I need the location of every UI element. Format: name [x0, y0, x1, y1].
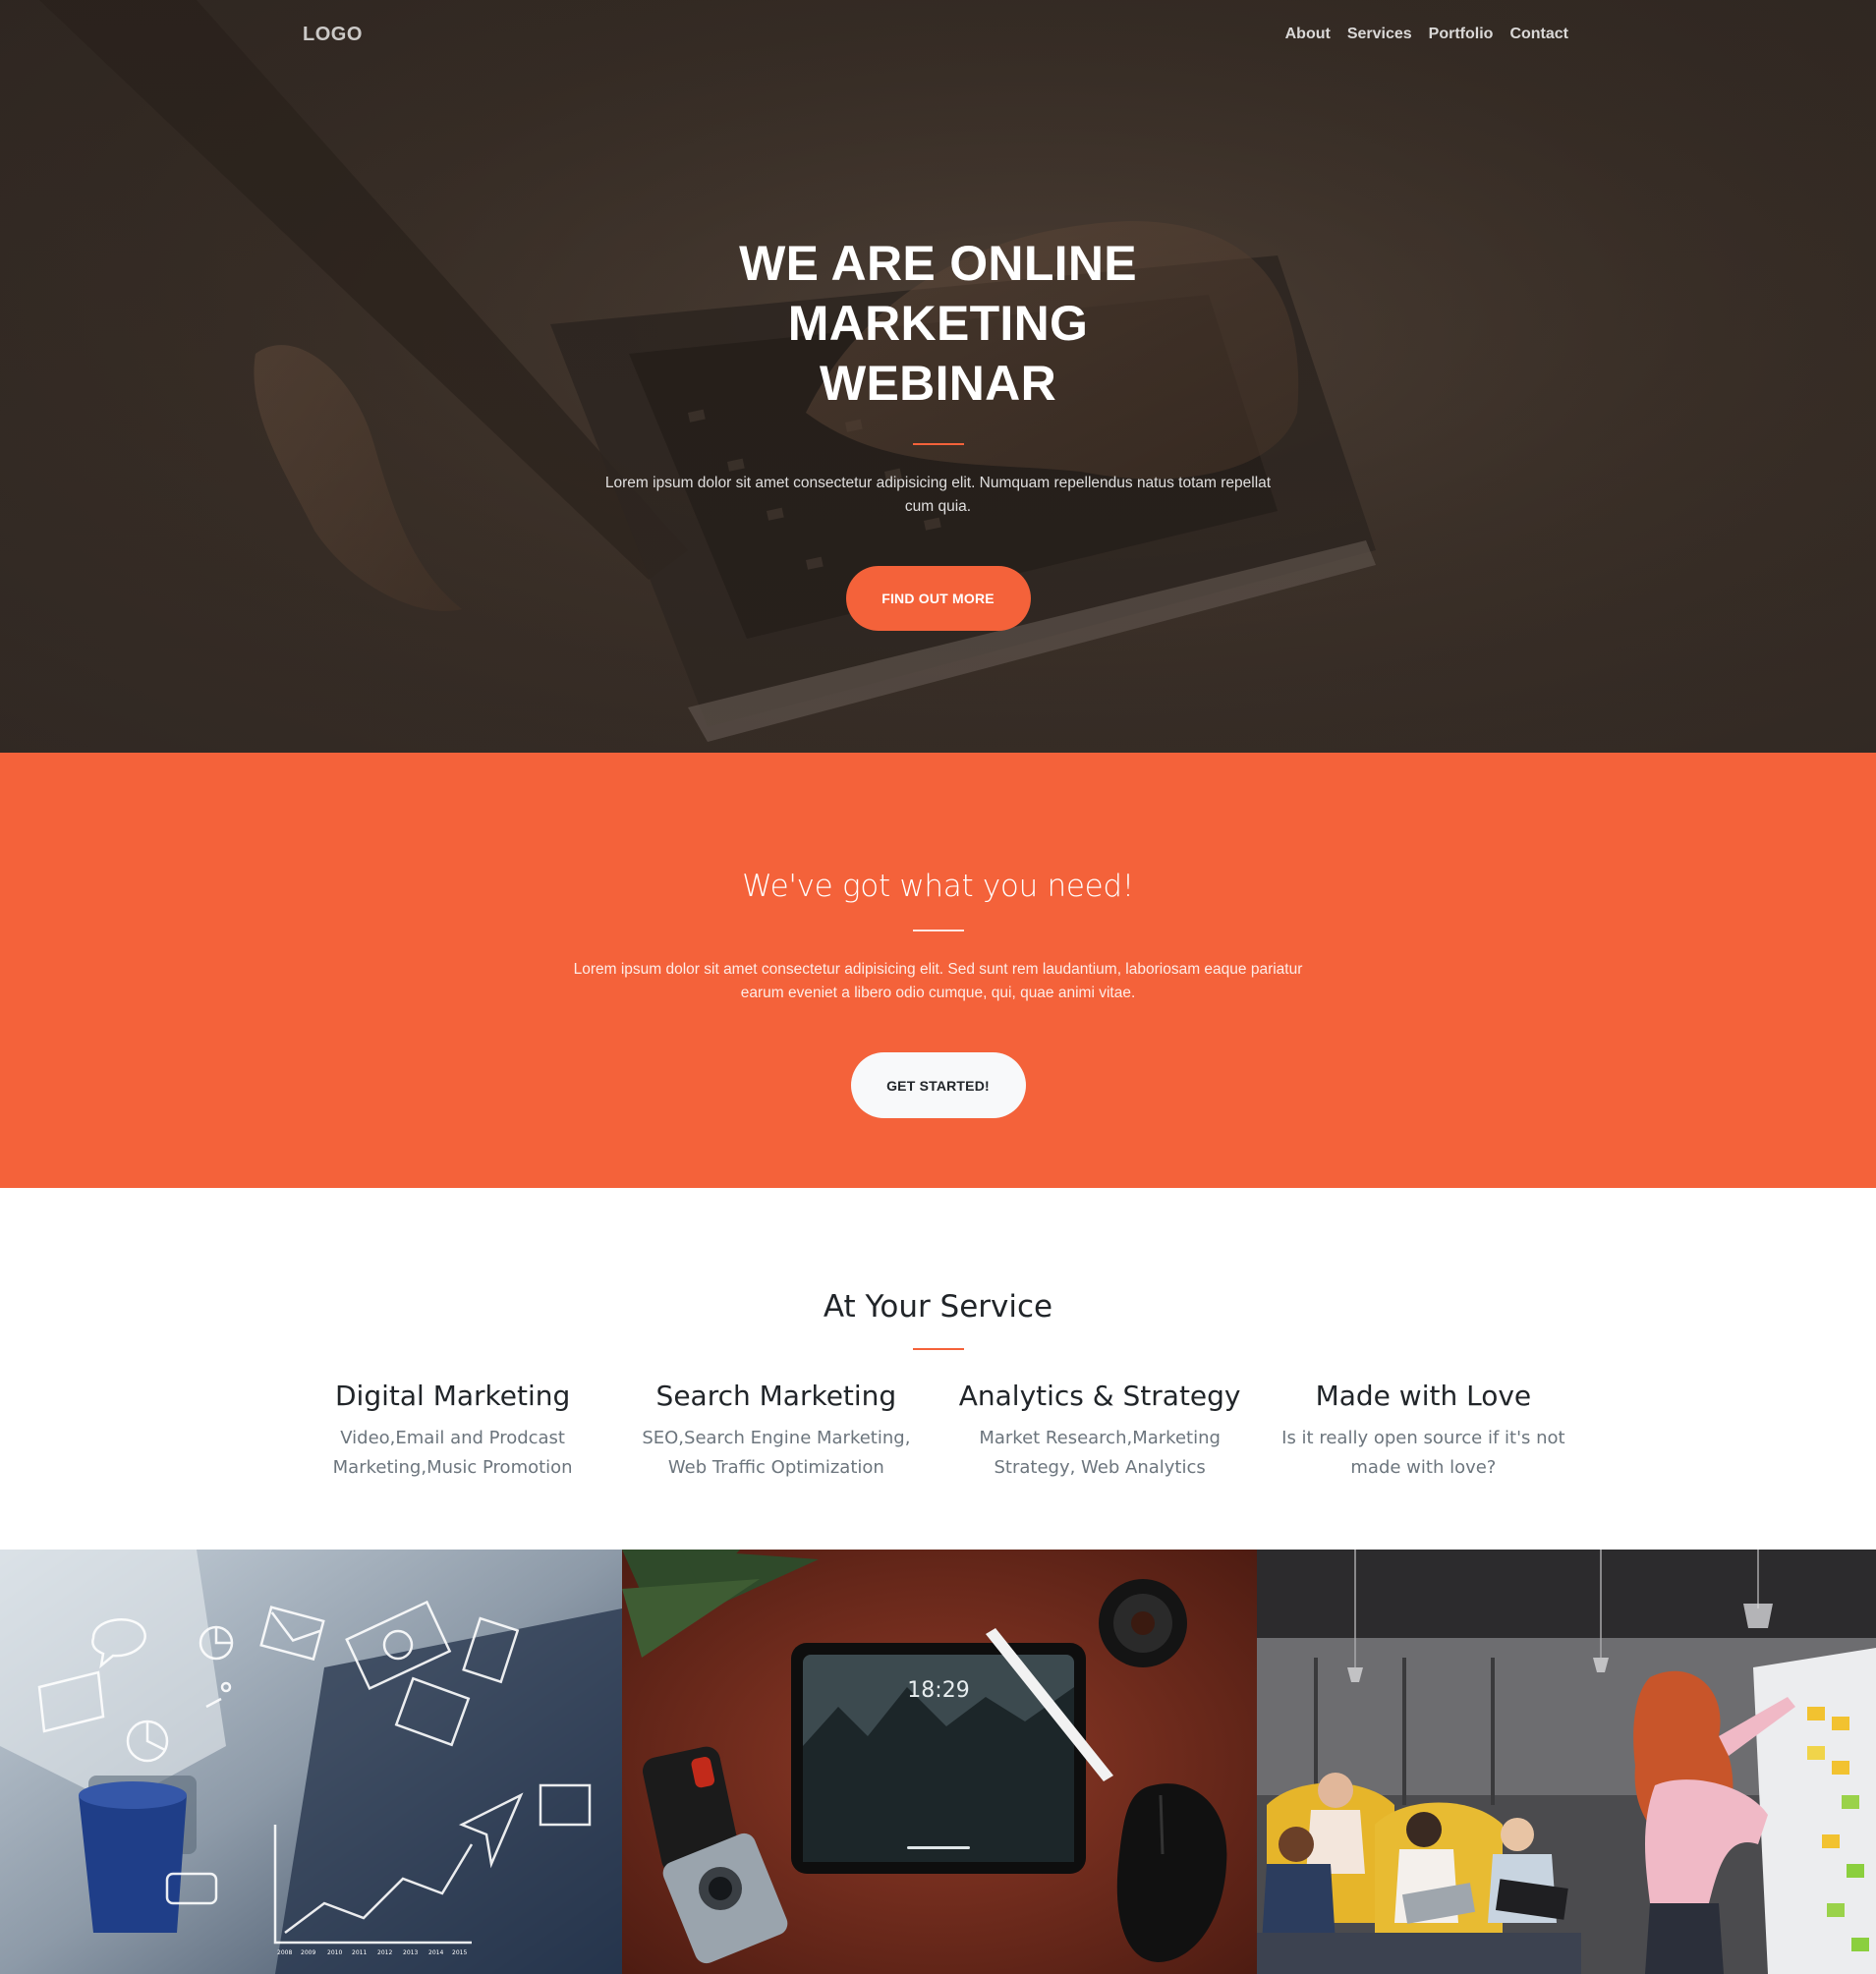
portfolio-section: 2008 2009 2010 2011 2012 2013 2014 2015: [0, 1550, 1876, 1974]
service-title: Analytics & Strategy: [958, 1380, 1241, 1412]
service-text: Video,Email and Prodcast Marketing,Music…: [332, 1428, 573, 1478]
about-divider: [912, 930, 964, 931]
hero-section: LOGO About Services Portfolio Contact WE…: [0, 0, 1876, 753]
services-section: At Your Service Digital Marketing Video,…: [0, 1188, 1876, 1550]
service-title: Digital Marketing: [334, 1380, 571, 1412]
about-section: We've got what you need! Lorem ipsum dol…: [0, 753, 1876, 1188]
services-divider: [912, 1348, 964, 1350]
hero-title-line1: WE ARE ONLINE MARKETING: [739, 236, 1137, 351]
service-text: SEO,Search Engine Marketing, Web Traffic…: [642, 1428, 911, 1478]
service-item-search-marketing: Search Marketing SEO,Search Engine Marke…: [614, 1380, 938, 1483]
tablet-time: 18:29: [907, 1678, 969, 1703]
nav-link-services[interactable]: Services: [1347, 26, 1412, 43]
portfolio-item-tablet[interactable]: 18:29: [622, 1550, 1257, 1974]
year-label: 2010: [327, 1949, 342, 1956]
hero-text: Lorem ipsum dolor sit amet consectetur a…: [604, 475, 1272, 515]
portfolio-item-digital[interactable]: 2008 2009 2010 2011 2012 2013 2014 2015: [0, 1550, 622, 1974]
about-text: Lorem ipsum dolor sit amet consectetur a…: [573, 961, 1303, 1001]
about-title: We've got what you need!: [742, 869, 1134, 904]
get-started-button[interactable]: GET STARTED!: [850, 1052, 1026, 1118]
service-title: Search Marketing: [655, 1380, 897, 1412]
service-item-made-with-love: Made with Love Is it really open source …: [1262, 1380, 1585, 1483]
year-label: 2012: [377, 1949, 392, 1956]
year-label: 2011: [352, 1949, 367, 1956]
year-label: 2013: [403, 1949, 418, 1956]
nav-link-contact[interactable]: Contact: [1509, 26, 1568, 43]
year-label: 2009: [301, 1949, 315, 1956]
service-item-analytics-strategy: Analytics & Strategy Market Research,Mar…: [938, 1380, 1262, 1483]
portfolio-item-office[interactable]: [1257, 1550, 1876, 1974]
navbar: LOGO About Services Portfolio Contact: [0, 0, 1876, 71]
hero-title-line2: WEBINAR: [820, 356, 1056, 411]
service-text: Market Research,Marketing Strategy, Web …: [979, 1428, 1221, 1478]
year-label: 2008: [277, 1949, 292, 1956]
marketing-doodle-image: 2008 2009 2010 2011 2012 2013 2014 2015: [0, 1550, 622, 1974]
nav-link-about[interactable]: About: [1285, 26, 1331, 43]
hero-title: WE ARE ONLINE MARKETING WEBINAR: [585, 234, 1292, 414]
nav-link-portfolio[interactable]: Portfolio: [1429, 26, 1494, 43]
hero-content: WE ARE ONLINE MARKETING WEBINAR Lorem ip…: [0, 234, 1876, 631]
service-item-digital-marketing: Digital Marketing Video,Email and Prodca…: [291, 1380, 614, 1483]
find-out-more-button[interactable]: FIND OUT MORE: [845, 566, 1031, 631]
nav-links: About Services Portfolio Contact: [1285, 26, 1568, 43]
hero-divider: [912, 443, 964, 445]
year-label: 2015: [452, 1949, 467, 1956]
service-title: Made with Love: [1315, 1380, 1532, 1412]
services-title: At Your Service: [823, 1289, 1053, 1325]
year-label: 2014: [428, 1949, 443, 1956]
office-meeting-image: [1257, 1550, 1876, 1974]
service-text: Is it really open source if it's not mad…: [1281, 1428, 1565, 1478]
service-grid: Digital Marketing Video,Email and Prodca…: [291, 1380, 1585, 1483]
logo[interactable]: LOGO: [303, 24, 363, 46]
tablet-desk-image: 18:29: [622, 1550, 1257, 1974]
